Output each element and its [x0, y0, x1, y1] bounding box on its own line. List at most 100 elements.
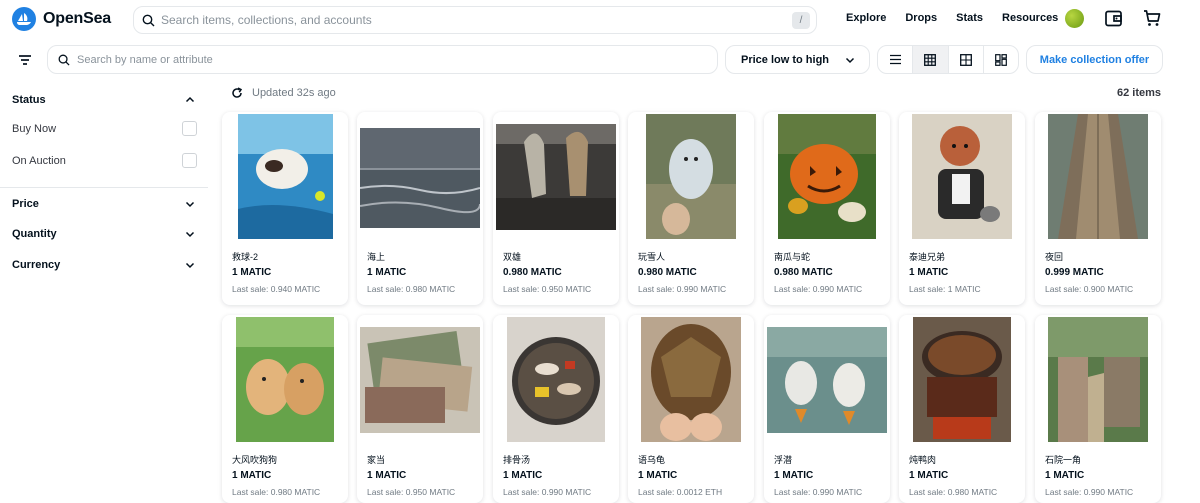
- nft-price: 1 MATIC: [638, 470, 678, 481]
- search-icon: [142, 14, 155, 26]
- nft-price: 1 MATIC: [909, 267, 949, 278]
- nft-last-sale: Last sale: 0.950 MATIC: [367, 487, 456, 497]
- trait-search-input[interactable]: [77, 53, 677, 66]
- nft-name: 南瓜与蛇: [774, 252, 811, 262]
- chevron-up-icon: [185, 96, 195, 103]
- nft-last-sale: Last sale: 0.990 MATIC: [774, 487, 863, 497]
- price-filter-header[interactable]: Price: [12, 197, 195, 211]
- brand-name: OpenSea: [43, 10, 111, 27]
- results-status: Updated 32s ago: [231, 87, 336, 99]
- make-collection-offer-button[interactable]: Make collection offer: [1026, 45, 1163, 74]
- list-view-button[interactable]: [878, 46, 914, 73]
- nft-last-sale: Last sale: 0.940 MATIC: [232, 284, 321, 294]
- search-icon: [58, 54, 70, 66]
- nft-last-sale: Last sale: 0.900 MATIC: [1045, 284, 1134, 294]
- item-count: 62 items: [1116, 87, 1161, 99]
- nft-name: 大风吹狗狗: [232, 455, 278, 465]
- nft-image[interactable]: [222, 112, 348, 242]
- nft-image[interactable]: [1035, 315, 1161, 445]
- nft-card[interactable]: 炖鸭肉 1 MATIC Last sale: 0.980 MATIC: [899, 315, 1025, 503]
- nft-card[interactable]: 大风吹狗狗 1 MATIC Last sale: 0.980 MATIC: [222, 315, 348, 503]
- nft-image[interactable]: [1035, 112, 1161, 242]
- nft-image[interactable]: [764, 315, 890, 445]
- nft-card[interactable]: 家当 1 MATIC Last sale: 0.950 MATIC: [357, 315, 483, 503]
- on-auction-checkbox[interactable]: [182, 153, 197, 168]
- nft-image[interactable]: [493, 315, 619, 445]
- avatar[interactable]: [1065, 9, 1084, 28]
- global-search-bar[interactable]: /: [133, 6, 817, 34]
- refresh-icon[interactable]: [231, 87, 243, 99]
- wallet-icon[interactable]: [1105, 10, 1122, 27]
- nft-last-sale: Last sale: 0.0012 ETH: [638, 487, 723, 497]
- nft-card[interactable]: 南瓜与蛇 0.980 MATIC Last sale: 0.990 MATIC: [764, 112, 890, 305]
- sort-dropdown[interactable]: Price low to high: [725, 45, 870, 74]
- nft-image[interactable]: [899, 112, 1025, 242]
- top-navigation: OpenSea / Explore Drops Stats Resources: [0, 0, 1200, 38]
- currency-filter-header[interactable]: Currency: [12, 258, 195, 272]
- nav-drops[interactable]: Drops: [905, 12, 937, 24]
- nft-name: 炖鸭肉: [909, 455, 937, 465]
- grid-view-button[interactable]: [913, 46, 949, 73]
- nav-resources[interactable]: Resources: [1002, 12, 1058, 24]
- global-search-input[interactable]: [161, 13, 781, 27]
- nft-card[interactable]: 语乌龟 1 MATIC Last sale: 0.0012 ETH: [628, 315, 754, 503]
- masonry-view-button[interactable]: [984, 46, 1018, 73]
- currency-filter-label: Currency: [12, 259, 61, 271]
- nft-card[interactable]: 夜回 0.999 MATIC Last sale: 0.900 MATIC: [1035, 112, 1161, 305]
- nft-last-sale: Last sale: 0.990 MATIC: [638, 284, 727, 294]
- nav-stats[interactable]: Stats: [956, 12, 983, 24]
- nft-price: 1 MATIC: [367, 470, 407, 481]
- nav-links: Explore Drops Stats Resources: [846, 12, 1077, 24]
- nft-last-sale: Last sale: 0.990 MATIC: [1045, 487, 1134, 497]
- list-view-icon: [889, 54, 901, 65]
- nft-card[interactable]: 排骨汤 1 MATIC Last sale: 0.990 MATIC: [493, 315, 619, 503]
- nft-price: 0.980 MATIC: [774, 267, 833, 278]
- status-filter-header[interactable]: Status: [12, 93, 195, 107]
- nft-card[interactable]: 泰迪兄弟 1 MATIC Last sale: 1 MATIC: [899, 112, 1025, 305]
- chevron-down-icon: [845, 57, 855, 64]
- sidebar-divider: [0, 187, 208, 188]
- nft-price: 1 MATIC: [503, 470, 543, 481]
- quantity-filter-header[interactable]: Quantity: [12, 227, 195, 241]
- nft-card[interactable]: 海上 1 MATIC Last sale: 0.980 MATIC: [357, 112, 483, 305]
- nft-card[interactable]: 救球-2 1 MATIC Last sale: 0.940 MATIC: [222, 112, 348, 305]
- nft-image[interactable]: [764, 112, 890, 242]
- cart-icon[interactable]: [1143, 9, 1161, 27]
- nft-image[interactable]: [899, 315, 1025, 445]
- nft-image[interactable]: [628, 112, 754, 242]
- nft-price: 0.980 MATIC: [638, 267, 697, 278]
- opensea-logo-icon: [12, 7, 36, 31]
- nft-card[interactable]: 石院一角 1 MATIC Last sale: 0.990 MATIC: [1035, 315, 1161, 503]
- nft-image[interactable]: [357, 112, 483, 242]
- buy-now-label: Buy Now: [12, 122, 57, 135]
- nft-price: 0.980 MATIC: [503, 267, 562, 278]
- opensea-logo[interactable]: OpenSea: [12, 7, 111, 31]
- filter-icon[interactable]: [18, 54, 32, 66]
- nft-image[interactable]: [222, 315, 348, 445]
- status-option-on-auction[interactable]: On Auction: [12, 153, 197, 168]
- nft-price: 1 MATIC: [367, 267, 407, 278]
- nft-name: 石院一角: [1045, 455, 1082, 465]
- buy-now-checkbox[interactable]: [182, 121, 197, 136]
- masonry-view-icon: [994, 53, 1007, 66]
- nft-image[interactable]: [357, 315, 483, 445]
- large-grid-view-button[interactable]: [949, 46, 984, 73]
- nft-card[interactable]: 双雄 0.980 MATIC Last sale: 0.950 MATIC: [493, 112, 619, 305]
- trait-search-bar[interactable]: [47, 45, 718, 74]
- nft-image[interactable]: [628, 315, 754, 445]
- nft-card[interactable]: 玩雪人 0.980 MATIC Last sale: 0.990 MATIC: [628, 112, 754, 305]
- grid-view-icon: [924, 53, 937, 66]
- nft-image[interactable]: [493, 112, 619, 242]
- nft-last-sale: Last sale: 1 MATIC: [909, 284, 981, 294]
- nft-card[interactable]: 浮潜 1 MATIC Last sale: 0.990 MATIC: [764, 315, 890, 503]
- price-filter-label: Price: [12, 198, 39, 210]
- nft-price: 1 MATIC: [774, 470, 814, 481]
- nav-explore[interactable]: Explore: [846, 12, 886, 24]
- nft-name: 语乌龟: [638, 455, 666, 465]
- chevron-down-icon: [185, 262, 195, 269]
- search-shortcut-key: /: [792, 12, 810, 29]
- nft-name: 救球-2: [232, 252, 259, 262]
- status-option-buy-now[interactable]: Buy Now: [12, 121, 197, 136]
- nft-price: 1 MATIC: [1045, 470, 1085, 481]
- nft-name: 玩雪人: [638, 252, 666, 262]
